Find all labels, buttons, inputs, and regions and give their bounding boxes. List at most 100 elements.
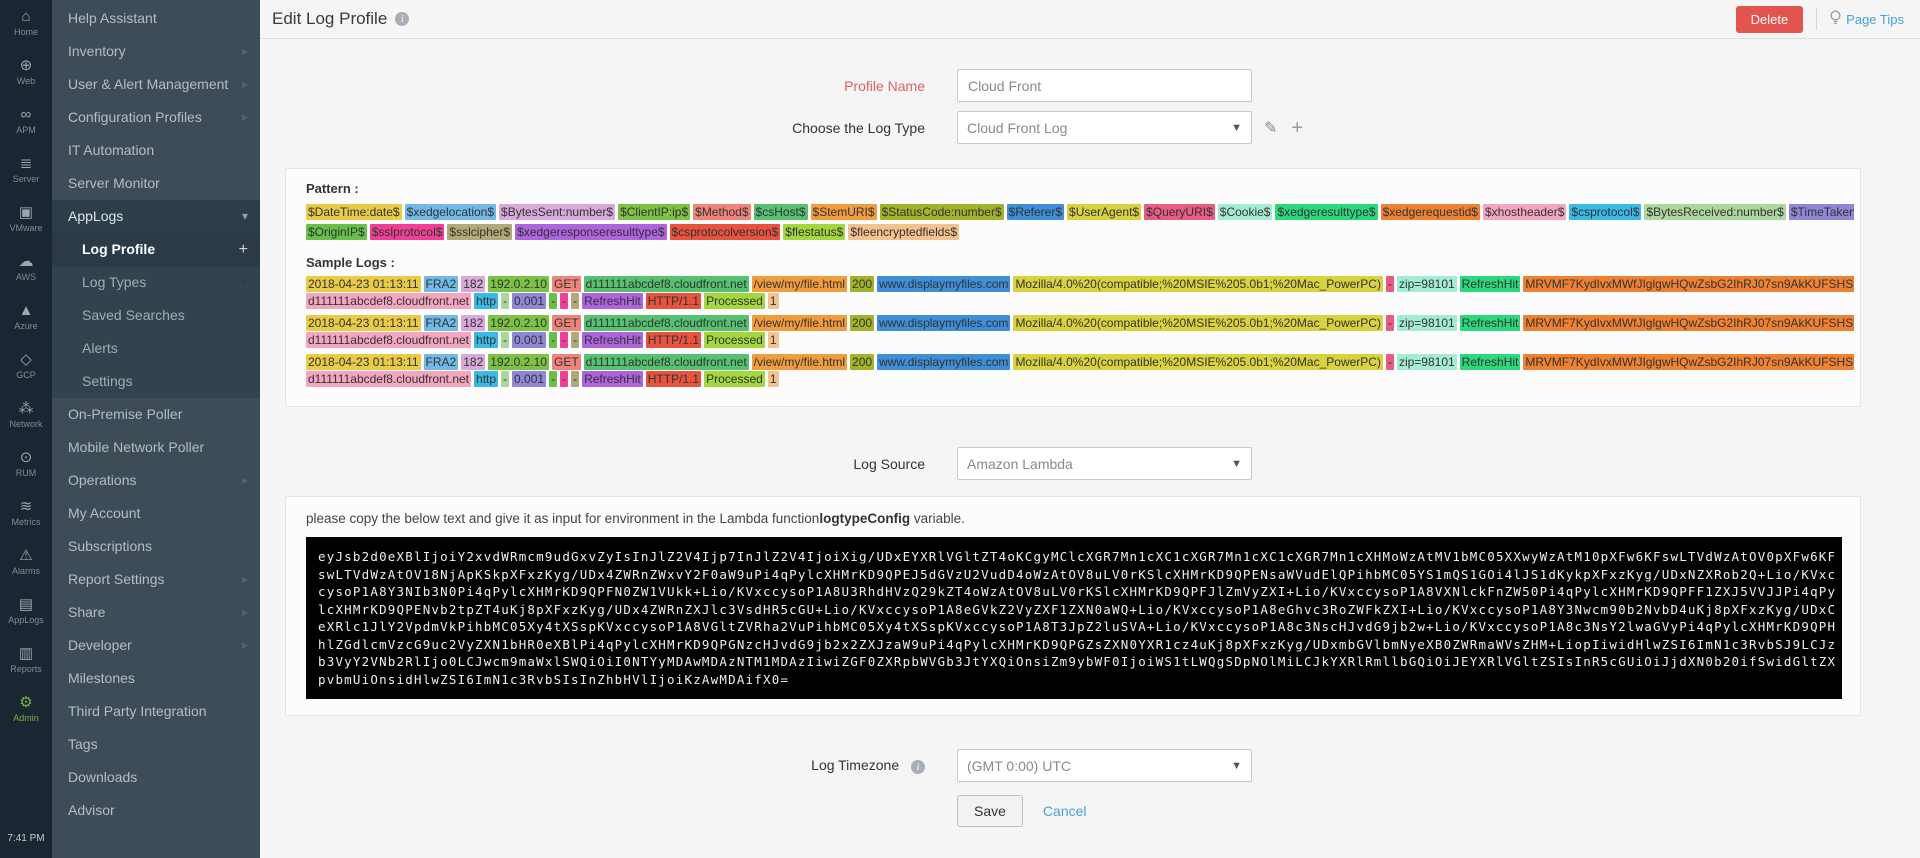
sidebar-item-label: Report Settings [68,571,165,587]
icon-rail-items: ⌂ Home ⊕ Web ∞ APM ≣ Server ▣ VMware ☁ AWS ▲ Azure ◇ GC… [0,8,52,743]
log-token: - [501,332,510,348]
log-source-value: Amazon Lambda [967,455,1073,472]
rail-item-home[interactable]: ⌂ Home [0,8,52,57]
log-token: - [1385,354,1394,370]
rail-item-rum[interactable]: ⊙ RUM [0,449,52,498]
sidebar-item-label: Log Profile [82,241,156,257]
sidebar-item-saved-searches[interactable]: Saved Searches [52,299,260,332]
log-token: - [549,293,558,309]
title-info-icon[interactable]: i [395,12,410,26]
sidebar-item-log-types[interactable]: Log Types + [52,266,260,299]
menu-section-applogs: AppLogs ▾ Log Profile + Log Types + Saved Sear… [52,200,260,398]
sample-log-line-1: 2018-04-23 01:13:11 FRA2 182 192.0.2.10 GET d… [306,314,1854,331]
sidebar-item-alerts[interactable]: Alerts [52,332,260,365]
sidebar-item-tags[interactable]: Tags [52,728,260,761]
sidebar-item-share[interactable]: Share ▸ [52,596,260,629]
log-token: RefreshHit [1459,354,1521,370]
rail-item-metrics[interactable]: ≋ Metrics [0,498,52,547]
admin-gear-icon: ⚙ [19,694,33,711]
rail-item-applogs[interactable]: ▤ AppLogs [0,596,52,645]
rail-item-vmware[interactable]: ▣ VMware [0,204,52,253]
save-button[interactable]: Save [957,795,1023,827]
rail-item-azure[interactable]: ▲ Azure [0,302,52,351]
rail-item-label: Server [12,174,40,184]
add-icon[interactable]: + [239,233,248,266]
timezone-info-icon[interactable]: i [911,760,925,775]
sidebar-item-third-party-integration[interactable]: Third Party Integration [52,695,260,728]
profile-name-input[interactable] [957,69,1252,102]
log-source-select[interactable]: Amazon Lambda ▼ [957,447,1252,480]
log-token: Mozilla/4.0%20(compatible;%20MSIE%205.0b… [1013,354,1383,370]
rail-item-aws[interactable]: ☁ AWS [0,253,52,302]
log-token: $csprotocolversion$ [669,224,781,240]
log-token: $Method$ [693,204,751,220]
sidebar-item-label: Configuration Profiles [68,109,202,125]
sample-log-line-1: 2018-04-23 01:13:11 FRA2 182 192.0.2.10 GET d… [306,275,1854,292]
rail-item-apm[interactable]: ∞ APM [0,106,52,155]
log-token: 2018-04-23 01:13:11 [306,354,421,370]
sidebar-item-server-monitor[interactable]: Server Monitor [52,167,260,200]
lambda-instruction: please copy the below text and give it a… [306,511,1842,526]
log-token: zip=98101 [1396,276,1457,292]
log-token: - [1385,315,1394,331]
sidebar-item-configuration-profiles[interactable]: Configuration Profiles ▸ [52,101,260,134]
page-tips-link[interactable]: Page Tips [1830,9,1904,29]
sidebar-item-label: Server Monitor [68,175,160,191]
sidebar-item-help-assistant[interactable]: Help Assistant [52,2,260,35]
log-token: $xedgeresulttype$ [1275,204,1378,220]
rail-item-reports[interactable]: ▥ Reports [0,645,52,694]
sidebar-item-label: Settings [82,373,133,389]
log-type-label: Choose the Log Type [792,119,925,136]
rail-item-network[interactable]: ⁂ Network [0,400,52,449]
sidebar-item-log-profile[interactable]: Log Profile + [52,233,260,266]
log-token: 182 [461,276,486,292]
sidebar-item-developer[interactable]: Developer ▸ [52,629,260,662]
log-token: www.displaymyfiles.com [877,354,1011,370]
sidebar-item-label: Third Party Integration [68,703,207,719]
lambda-instruction-text: please copy the below text and give it a… [306,511,820,526]
log-token: 2018-04-23 01:13:11 [306,315,421,331]
log-timezone-select[interactable]: (GMT 0:00) UTC ▼ [957,749,1252,782]
log-token: 182 [461,315,486,331]
sidebar-item-applogs[interactable]: AppLogs ▾ [52,200,260,233]
sidebar-item-user-alert-management[interactable]: User & Alert Management ▸ [52,68,260,101]
sidebar-item-it-automation[interactable]: IT Automation [52,134,260,167]
sidebar-item-settings[interactable]: Settings [52,365,260,398]
rail-item-web[interactable]: ⊕ Web [0,57,52,106]
log-type-select[interactable]: Cloud Front Log ▼ [957,111,1252,144]
delete-button[interactable]: Delete [1735,5,1804,33]
sidebar-item-label: Subscriptions [68,538,153,554]
sidebar-item-label: Tags [68,736,98,752]
log-token: 1 [767,371,779,387]
edit-log-type-icon[interactable]: ✎ [1264,118,1277,138]
sample-log-line-1: 2018-04-23 01:13:11 FRA2 182 192.0.2.10 GET d… [306,353,1854,370]
log-token: $sslcipher$ [447,224,513,240]
cancel-link[interactable]: Cancel [1043,803,1087,819]
sidebar-item-downloads[interactable]: Downloads [52,761,260,794]
rail-item-admin[interactable]: ⚙ Admin [0,694,52,743]
sidebar-item-label: Advisor [68,802,115,818]
sidebar-item-inventory[interactable]: Inventory ▸ [52,35,260,68]
sidebar-item-my-account[interactable]: My Account [52,497,260,530]
add-log-type-icon[interactable]: + [1291,118,1303,138]
log-token: www.displaymyfiles.com [877,315,1011,331]
profile-name-row: Profile Name [285,69,1861,102]
rail-item-alarms[interactable]: ⚠ Alarms [0,547,52,596]
sidebar-item-on-premise-poller[interactable]: On-Premise Poller [52,398,260,431]
rail-item-label: Home [13,27,38,37]
rail-item-server[interactable]: ≣ Server [0,155,52,204]
sidebar-item-subscriptions[interactable]: Subscriptions [52,530,260,563]
sidebar-item-milestones[interactable]: Milestones [52,662,260,695]
sidebar-item-report-settings[interactable]: Report Settings ▸ [52,563,260,596]
sidebar-item-mobile-network-poller[interactable]: Mobile Network Poller [52,431,260,464]
add-icon[interactable]: + [239,266,248,299]
pattern-line-1: $DateTime:date$ $xedgelocation$ $BytesSent… [306,202,1854,221]
sidebar-item-advisor[interactable]: Advisor [52,794,260,827]
rail-item-gcp[interactable]: ◇ GCP [0,351,52,400]
sample-logs-label: Sample Logs : [306,255,395,270]
azure-icon: ▲ [18,302,34,319]
sidebar-item-label: Downloads [68,769,138,785]
binoculars-icon: ∞ [20,106,32,123]
sidebar-item-operations[interactable]: Operations ▸ [52,464,260,497]
home-icon: ⌂ [21,8,31,25]
